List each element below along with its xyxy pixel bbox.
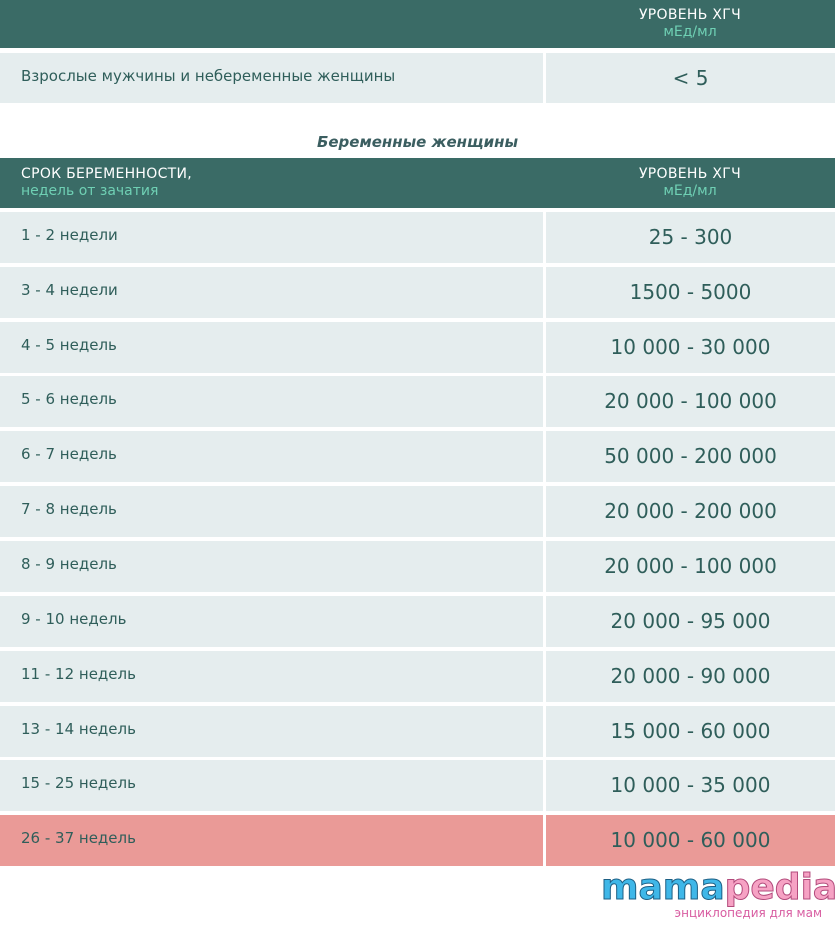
hcg-unit-label: мЕд/мл <box>663 24 717 40</box>
value-cell: 50 000 - 200 000 <box>546 431 835 482</box>
mamapedia-logo: mamapedia энциклопедия для мам <box>601 867 835 920</box>
term-title: СРОК БЕРЕМЕННОСТИ, <box>21 166 193 182</box>
table-row: 8 - 9 недель 20 000 - 100 000 <box>0 541 835 592</box>
term-column-header: СРОК БЕРЕМЕННОСТИ, недель от зачатия <box>21 166 192 199</box>
value-cell: 20 000 - 95 000 <box>546 596 835 647</box>
value-cell: 1500 - 5000 <box>546 267 835 318</box>
term-cell: 4 - 5 недель <box>0 322 543 373</box>
term-cell: 13 - 14 недель <box>0 706 543 757</box>
value-cell: < 5 <box>546 53 835 103</box>
section-caption: Беременные женщины <box>316 133 519 151</box>
non-pregnant-row: Взрослые мужчины и небеременные женщины … <box>0 53 835 103</box>
top-table-header: УРОВЕНЬ ХГЧ мЕд/мл <box>0 0 835 48</box>
logo-wordmark: mamapedia <box>601 867 835 908</box>
value-cell: 20 000 - 100 000 <box>546 376 835 427</box>
term-cell: 5 - 6 недель <box>0 376 543 427</box>
logo-word-pedia: pedia <box>724 867 835 908</box>
group-cell: Взрослые мужчины и небеременные женщины <box>0 53 543 103</box>
value-cell: 20 000 - 200 000 <box>546 486 835 537</box>
term-cell: 9 - 10 недель <box>0 596 543 647</box>
table-row: 4 - 5 недель 10 000 - 30 000 <box>0 322 835 373</box>
hcg-level-column-header: УРОВЕНЬ ХГЧ мЕд/мл <box>545 7 835 40</box>
table-row: 6 - 7 недель 50 000 - 200 000 <box>0 431 835 482</box>
term-cell: 8 - 9 недель <box>0 541 543 592</box>
hcg-level-title: УРОВЕНЬ ХГЧ <box>638 7 742 23</box>
table-row: 3 - 4 недели 1500 - 5000 <box>0 267 835 318</box>
term-cell: 6 - 7 недель <box>0 431 543 482</box>
table-row: 1 - 2 недели 25 - 300 <box>0 212 835 263</box>
value-cell: 20 000 - 100 000 <box>546 541 835 592</box>
value-cell: 25 - 300 <box>546 212 835 263</box>
pregnant-table-header: СРОК БЕРЕМЕННОСТИ, недель от зачатия УРО… <box>0 158 835 208</box>
table-row: 11 - 12 недель 20 000 - 90 000 <box>0 651 835 702</box>
term-cell: 1 - 2 недели <box>0 212 543 263</box>
value-cell: 10 000 - 35 000 <box>546 760 835 811</box>
term-cell: 26 - 37 недель <box>0 815 543 866</box>
term-cell: 7 - 8 недель <box>0 486 543 537</box>
logo-tagline: энциклопедия для мам <box>674 906 822 920</box>
term-cell: 15 - 25 недель <box>0 760 543 811</box>
value-cell: 10 000 - 60 000 <box>546 815 835 866</box>
table-row: 5 - 6 недель 20 000 - 100 000 <box>0 376 835 427</box>
value-cell: 10 000 - 30 000 <box>546 322 835 373</box>
table-row: 15 - 25 недель 10 000 - 35 000 <box>0 760 835 811</box>
table-row: 13 - 14 недель 15 000 - 60 000 <box>0 706 835 757</box>
hcg-level-column-header: УРОВЕНЬ ХГЧ мЕд/мл <box>545 166 835 199</box>
term-cell: 11 - 12 недель <box>0 651 543 702</box>
value-cell: 15 000 - 60 000 <box>546 706 835 757</box>
table-row: 7 - 8 недель 20 000 - 200 000 <box>0 486 835 537</box>
term-subtitle: недель от зачатия <box>21 183 159 199</box>
logo-word-mama: mama <box>601 867 726 908</box>
term-cell: 3 - 4 недели <box>0 267 543 318</box>
value-cell: 20 000 - 90 000 <box>546 651 835 702</box>
hcg-level-title: УРОВЕНЬ ХГЧ <box>638 166 742 182</box>
table-row-highlighted: 26 - 37 недель 10 000 - 60 000 <box>0 815 835 866</box>
hcg-unit-label: мЕд/мл <box>663 183 717 199</box>
table-row: 9 - 10 недель 20 000 - 95 000 <box>0 596 835 647</box>
